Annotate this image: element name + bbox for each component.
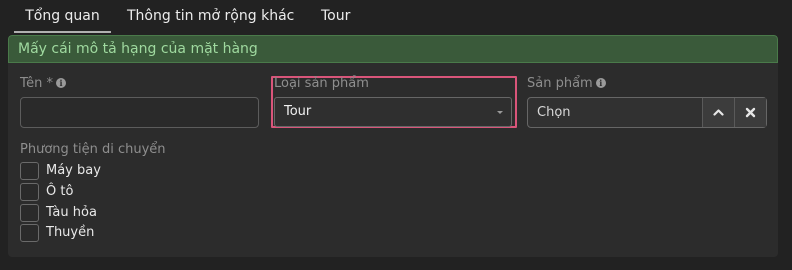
car-checkbox[interactable] xyxy=(20,183,39,201)
tab-bar: Tổng quan Thông tin mở rộng khác Tour xyxy=(0,0,792,34)
expand-button[interactable] xyxy=(702,98,734,127)
product-label-text: Sản phẩm xyxy=(527,76,593,91)
tab-extended-info[interactable]: Thông tin mở rộng khác xyxy=(127,0,294,33)
plane-checkbox[interactable] xyxy=(20,162,39,180)
product-combobox[interactable]: Chọn xyxy=(527,97,767,128)
plane-label: Máy bay xyxy=(46,163,101,178)
name-label-text: Tên * xyxy=(20,76,53,91)
close-icon xyxy=(745,107,756,118)
boat-label: Thuyền xyxy=(46,225,95,240)
train-checkbox[interactable] xyxy=(20,204,39,222)
clear-button[interactable] xyxy=(734,98,766,127)
tab-overview[interactable]: Tổng quan xyxy=(14,0,111,33)
product-field-label: Sản phẩm i xyxy=(527,76,606,91)
item-description-panel: Mấy cái mô tả hạng của mặt hàng Tên * i L… xyxy=(8,35,778,257)
caret-down-icon xyxy=(497,111,503,114)
name-input[interactable] xyxy=(20,97,259,128)
name-field-label: Tên * i xyxy=(20,76,66,91)
product-type-select[interactable]: Tour xyxy=(274,97,512,127)
transport-label: Phương tiện di chuyển xyxy=(20,142,166,157)
panel-header: Mấy cái mô tả hạng của mặt hàng xyxy=(8,35,778,63)
info-circle-icon: i xyxy=(595,78,606,88)
product-type-value: Tour xyxy=(284,104,312,119)
product-type-label: Loại sản phẩm xyxy=(274,76,369,91)
info-circle-icon: i xyxy=(55,78,66,88)
tab-tour[interactable]: Tour xyxy=(321,0,350,33)
product-placeholder: Chọn xyxy=(537,105,571,120)
car-label: Ô tô xyxy=(46,184,74,199)
train-label: Tàu hỏa xyxy=(46,205,97,220)
chevron-up-icon xyxy=(713,109,724,116)
boat-checkbox[interactable] xyxy=(20,224,39,242)
